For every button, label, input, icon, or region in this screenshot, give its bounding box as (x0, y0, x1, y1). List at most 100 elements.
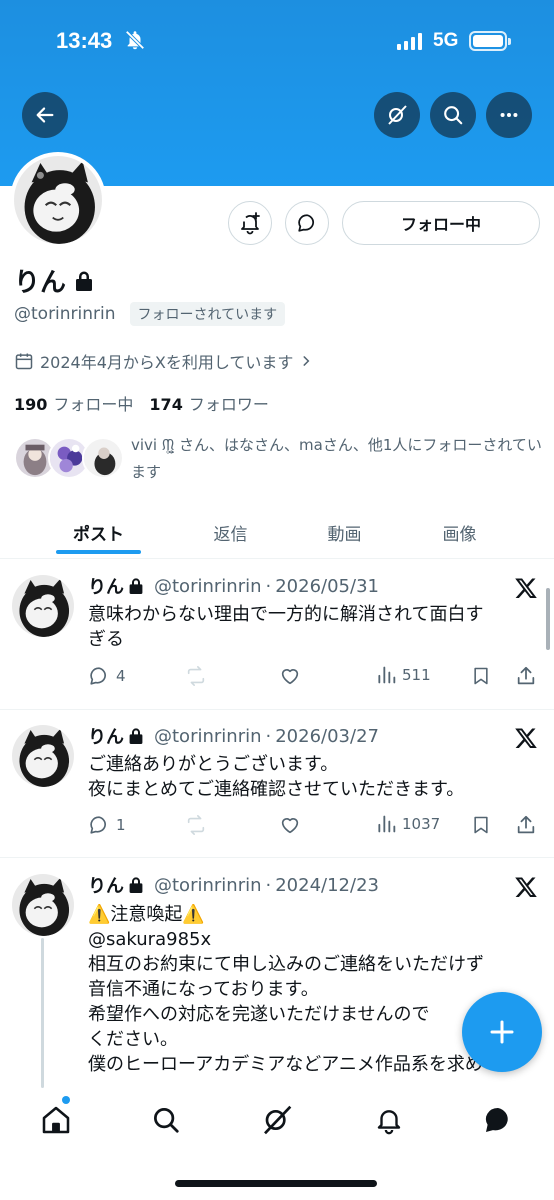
repost-button (184, 814, 208, 836)
tweet[interactable]: りん @torinrinrin · 2026/05/31 意味わからない理由で一… (0, 560, 554, 710)
followed-by-row[interactable]: vivi ᙏ̤̫͚ さん、はなさん、maさん、他1人にフォローされています (14, 432, 544, 488)
tab-replies[interactable]: 返信 (188, 505, 273, 559)
reply-button[interactable]: 1 (88, 814, 126, 836)
tweet-avatar[interactable] (12, 725, 74, 787)
profile-handle: @torinrinrin (14, 304, 116, 324)
message-button[interactable] (285, 201, 329, 245)
tweet-header: りん @torinrinrin · 2026/03/27 (88, 723, 379, 749)
views-chart-icon (378, 666, 396, 684)
profile-name-row: りん (14, 262, 94, 299)
tweet-line: 僕のヒーローアカデミアなどアニメ作品系を求め (88, 1054, 483, 1075)
tweet-line: 意味わからない理由で一方的に解消されて面白す (88, 604, 484, 625)
more-button[interactable] (486, 92, 532, 138)
tweet-line: 相互のお約束にて申し込みのご連絡をいただけず (88, 954, 484, 975)
share-button[interactable] (515, 665, 537, 687)
tweet-handle: @torinrinrin (154, 575, 262, 597)
reply-icon (90, 816, 106, 834)
plus-icon (490, 1020, 514, 1044)
bookmark-icon (474, 816, 488, 834)
tweet-author-name: りん (88, 577, 124, 598)
like-button[interactable] (278, 665, 302, 687)
tweet-separator: · (265, 575, 272, 597)
active-tab-indicator (56, 550, 141, 554)
tweet-handle: @torinrinrin (154, 874, 262, 896)
calendar-icon (15, 353, 33, 370)
views-button[interactable]: 1037 (376, 814, 440, 834)
bookmark-icon (474, 667, 488, 685)
repost-icon (187, 666, 205, 686)
repost-button (184, 665, 208, 687)
network-type: 5G (433, 30, 459, 51)
tweet-actions: 1 1037 (88, 814, 548, 842)
followers-label: フォロワー (188, 395, 269, 414)
tweet-actions: 4 511 (88, 665, 548, 693)
tweet-line: ⚠️注意喚起⚠️ (88, 904, 205, 925)
views-count: 1037 (402, 815, 441, 833)
tweet-date: 2026/03/27 (275, 725, 379, 747)
more-horizontal-icon (500, 112, 518, 118)
x-logo-icon (515, 728, 537, 748)
tweet-date: 2026/05/31 (275, 575, 379, 597)
share-button[interactable] (515, 814, 537, 836)
handle-row: @torinrinrin フォローされています (14, 302, 286, 326)
views-count: 511 (402, 666, 431, 684)
views-button[interactable]: 511 (376, 665, 431, 685)
tweet-avatar[interactable] (12, 575, 74, 637)
tweet-line: 音信不通になっております。 (88, 979, 319, 1000)
follower-avatars (14, 437, 124, 483)
search-button[interactable] (430, 92, 476, 138)
tweet-header: りん @torinrinrin · 2024/12/23 (88, 872, 379, 898)
share-icon (517, 666, 535, 685)
nav-grok[interactable] (257, 1100, 297, 1140)
bell-off-icon (125, 30, 145, 50)
tweet-line: @sakura985x (88, 929, 212, 950)
compose-button[interactable] (462, 992, 542, 1072)
battery-icon (469, 31, 511, 51)
following-count-link[interactable]: 190 フォロー中 (14, 391, 133, 415)
search-icon (444, 106, 463, 125)
tweet-author-name: りん (88, 876, 124, 897)
tweet-handle: @torinrinrin (154, 725, 262, 747)
joined-date-row[interactable]: 2024年4月からXを利用しています (14, 349, 313, 373)
joined-text: 2024年4月からXを利用しています (40, 353, 294, 372)
follow-counts: 190 フォロー中 174 フォロワー (14, 391, 269, 415)
share-icon (517, 815, 535, 834)
heart-icon (281, 669, 299, 685)
follower-avatar (82, 437, 124, 479)
grok-icon (264, 1105, 292, 1135)
reply-button[interactable]: 4 (88, 665, 126, 687)
profile-avatar[interactable] (10, 152, 106, 248)
chevron-right-icon (303, 356, 310, 366)
nav-messages[interactable] (478, 1100, 518, 1140)
tweet-date: 2024/12/23 (275, 874, 379, 896)
following-button[interactable]: フォロー中 (342, 201, 540, 245)
lock-icon (129, 578, 143, 594)
tweet-avatar[interactable] (12, 874, 74, 936)
followed-by-text: vivi ᙏ̤̫͚ さん、はなさん、maさん、他1人にフォローされています (131, 436, 542, 481)
status-time: 13:43 (56, 28, 113, 53)
followers-count: 174 (149, 395, 183, 414)
nav-notifications[interactable] (369, 1100, 409, 1140)
tweet-separator: · (265, 725, 272, 747)
back-button[interactable] (22, 92, 68, 138)
tweet[interactable]: りん @torinrinrin · 2026/03/27 ご連絡ありがとうござい… (0, 710, 554, 858)
lock-icon (129, 877, 143, 893)
lock-icon (129, 728, 143, 744)
profile-name: りん (14, 268, 67, 298)
scrollbar[interactable] (546, 588, 550, 650)
followers-count-link[interactable]: 174 フォロワー (149, 391, 268, 415)
bookmark-button[interactable] (471, 814, 491, 836)
nav-search[interactable] (146, 1100, 186, 1140)
grok-button[interactable] (374, 92, 420, 138)
nav-home[interactable] (36, 1100, 76, 1140)
tab-videos[interactable]: 動画 (302, 505, 387, 559)
notify-button[interactable] (228, 201, 272, 245)
arrow-left-icon (36, 107, 54, 123)
tab-media[interactable]: 画像 (417, 505, 502, 559)
repost-icon (187, 815, 205, 835)
bookmark-button[interactable] (471, 665, 491, 687)
tweet-line: 夜にまとめてご連絡確認させていただきます。 (88, 779, 465, 800)
like-button[interactable] (278, 814, 302, 836)
reply-count: 1 (116, 816, 126, 834)
tweet-separator: · (265, 874, 272, 896)
